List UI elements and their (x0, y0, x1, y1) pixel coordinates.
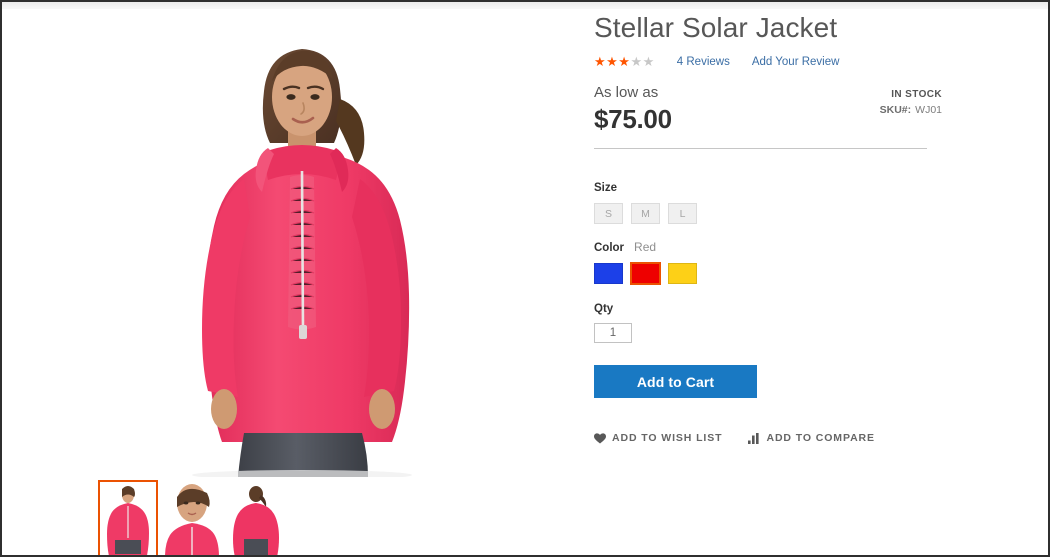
size-swatch-m[interactable]: M (631, 203, 660, 224)
product-page: Stellar Solar Jacket ★★★★★ 4 Reviews Add… (2, 9, 1048, 555)
reviews-link[interactable]: 4 Reviews (677, 56, 730, 68)
add-to-compare-link[interactable]: ADD TO COMPARE (748, 432, 874, 444)
section-divider (594, 148, 927, 149)
heart-icon (594, 432, 606, 444)
thumbnail-strip[interactable] (98, 480, 286, 555)
product-options: Size S M L Color Red Qty 1 Add to Cart A… (594, 181, 934, 444)
color-selected-value: Red (634, 240, 657, 254)
product-gallery (2, 9, 587, 555)
color-swatch-blue[interactable] (594, 263, 623, 284)
browser-window: Stellar Solar Jacket ★★★★★ 4 Reviews Add… (0, 0, 1050, 557)
color-option-group: Color Red (594, 240, 934, 285)
quantity-input[interactable] (594, 323, 632, 343)
color-option-label: Color (594, 242, 625, 254)
size-swatch-s[interactable]: S (594, 203, 623, 224)
size-option-label: Size (594, 182, 618, 194)
add-to-cart-button[interactable]: Add to Cart (594, 365, 757, 398)
color-option-header: Color Red (594, 240, 934, 255)
color-swatch-list[interactable] (594, 262, 934, 285)
size-swatch-l[interactable]: L (668, 203, 697, 224)
size-option-header: Size (594, 181, 934, 195)
sku-label: SKU#: (879, 104, 912, 116)
size-option-group: Size S M L (594, 181, 934, 224)
sku-line: SKU#: WJ01 (880, 103, 942, 117)
sku-value: WJ01 (915, 104, 942, 116)
thumbnail-item-2[interactable] (162, 480, 222, 555)
thumbnail-item-1[interactable] (98, 480, 158, 555)
product-info-panel: Stellar Solar Jacket ★★★★★ 4 Reviews Add… (594, 9, 942, 444)
browser-chrome-strip (2, 2, 1048, 9)
price-and-stock: As low as $75.00 IN STOCK SKU#: WJ01 (594, 84, 942, 138)
rating-row: ★★★★★ 4 Reviews Add Your Review (594, 54, 934, 70)
compare-bars-icon (748, 432, 760, 444)
add-to-wish-list-label: ADD TO WISH LIST (612, 432, 723, 444)
status-badge: IN STOCK (891, 89, 942, 100)
color-swatch-yellow[interactable] (668, 263, 697, 284)
rating-stars[interactable]: ★★★★★ (594, 55, 655, 69)
add-your-review-link[interactable]: Add Your Review (752, 56, 840, 68)
secondary-actions: ADD TO WISH LIST ADD TO COMPARE (594, 432, 934, 444)
stock-and-sku: IN STOCK SKU#: WJ01 (880, 88, 942, 117)
qty-option-group: Qty (594, 302, 934, 343)
color-swatch-red[interactable] (630, 262, 661, 285)
add-to-compare-label: ADD TO COMPARE (766, 432, 875, 444)
page-title: Stellar Solar Jacket (594, 12, 838, 43)
add-to-wish-list-link[interactable]: ADD TO WISH LIST (594, 432, 722, 444)
thumbnail-item-3[interactable] (226, 480, 286, 555)
qty-label: Qty (594, 303, 614, 315)
size-swatch-list[interactable]: S M L (594, 203, 934, 224)
main-product-image[interactable] (2, 9, 587, 477)
